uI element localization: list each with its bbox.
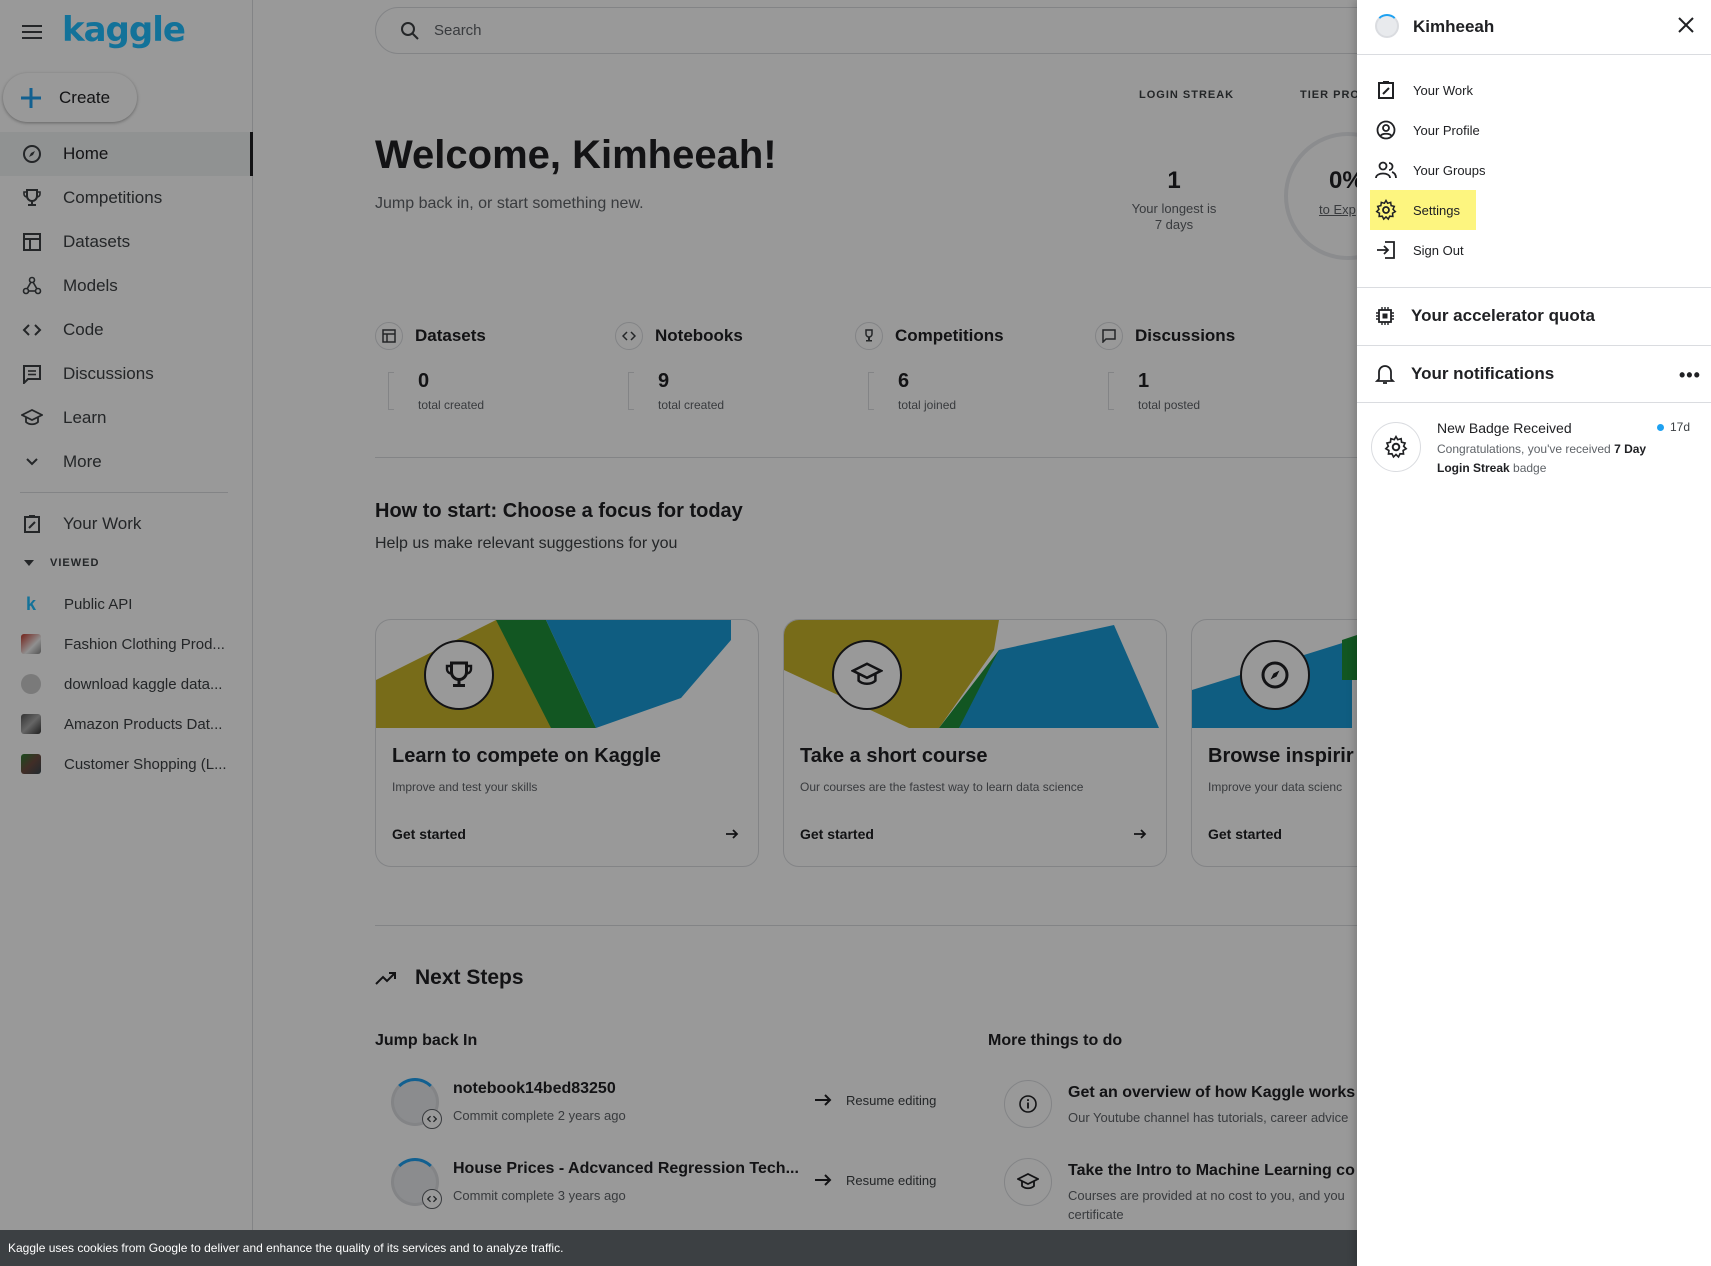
notifications-section: Your notifications	[1375, 363, 1554, 385]
notifications-label: Your notifications	[1411, 364, 1555, 383]
panel-menu: Your Work Your Profile Your Groups Setti…	[1357, 70, 1711, 270]
accelerator-quota-label: Your accelerator quota	[1411, 306, 1595, 325]
cookie-banner: Kaggle uses cookies from Google to deliv…	[0, 1230, 1357, 1266]
menu-item-label: Your Work	[1413, 82, 1473, 98]
cookie-text: Kaggle uses cookies from Google to deliv…	[8, 1241, 564, 1255]
modal-backdrop[interactable]	[0, 0, 1357, 1266]
menu-item-your-groups[interactable]: Your Groups	[1357, 150, 1711, 190]
badge-icon	[1371, 422, 1421, 472]
panel-username: Kimheeah	[1413, 17, 1495, 36]
menu-item-your-profile[interactable]: Your Profile	[1357, 110, 1711, 150]
panel-divider	[1357, 402, 1711, 403]
menu-item-label: Sign Out	[1413, 242, 1464, 258]
notification-item[interactable]: New Badge Received Congratulations, you'…	[1371, 418, 1701, 488]
menu-item-sign-out[interactable]: Sign Out	[1357, 230, 1711, 270]
close-icon[interactable]	[1677, 16, 1695, 34]
user-menu-panel: Kimheeah Your Work Your Profile Your Gro…	[1357, 0, 1711, 1266]
menu-item-settings[interactable]: Settings	[1370, 190, 1476, 230]
accelerator-quota-section[interactable]: Your accelerator quota	[1375, 306, 1595, 326]
notification-time: 17d	[1657, 420, 1690, 434]
groups-icon	[1375, 159, 1397, 181]
notification-age: 17d	[1670, 420, 1691, 434]
your-work-icon	[1375, 79, 1397, 101]
notification-body: Congratulations, you've received 7 Day L…	[1437, 440, 1657, 478]
notification-title: New Badge Received	[1437, 420, 1572, 436]
unread-dot	[1657, 423, 1664, 431]
avatar	[1375, 14, 1399, 38]
sign-out-icon	[1375, 239, 1397, 261]
menu-item-your-work[interactable]: Your Work	[1357, 70, 1711, 110]
menu-item-label: Your Groups	[1413, 162, 1486, 178]
menu-item-label: Your Profile	[1413, 122, 1480, 138]
profile-icon	[1375, 119, 1397, 141]
menu-item-label: Settings	[1413, 202, 1460, 218]
notification-text: badge	[1509, 461, 1547, 475]
chip-icon	[1375, 306, 1395, 326]
notification-text: Congratulations, you've received	[1437, 442, 1615, 456]
panel-divider	[1357, 287, 1711, 288]
panel-divider	[1357, 345, 1711, 346]
gear-icon	[1375, 199, 1397, 221]
more-options-icon[interactable]: •••	[1679, 365, 1701, 386]
bell-icon	[1375, 363, 1395, 385]
panel-header: Kimheeah	[1357, 0, 1711, 55]
